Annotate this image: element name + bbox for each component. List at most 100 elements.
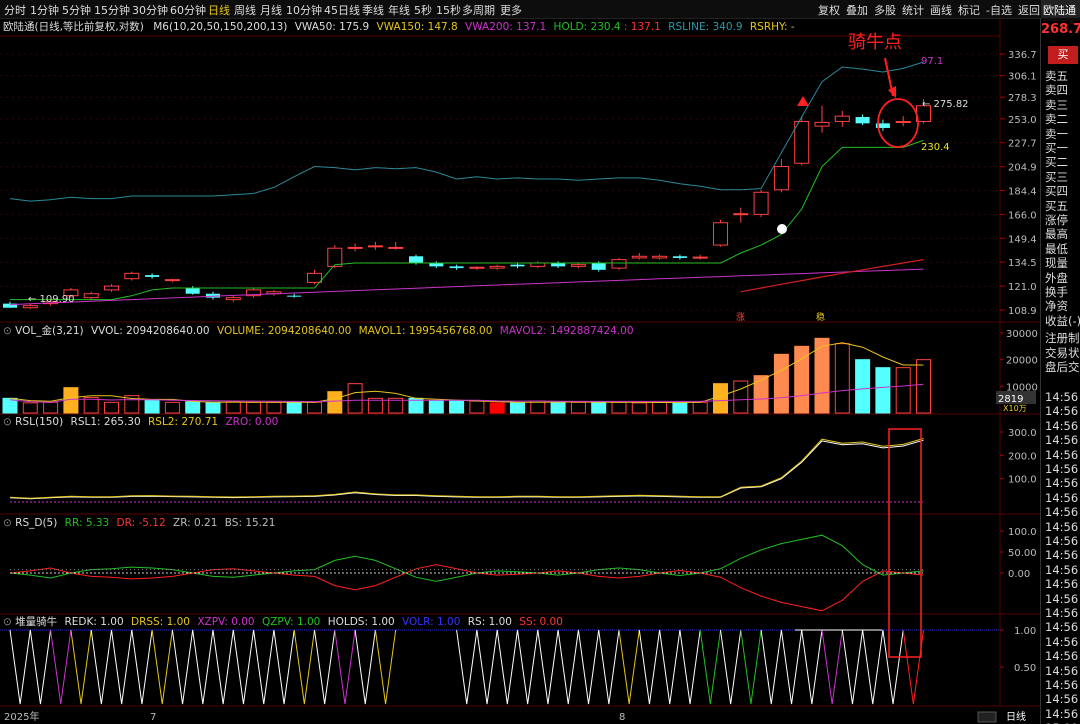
signal-zigzag (638, 629, 661, 705)
candle-body (367, 245, 383, 248)
signal-zigzag (9, 629, 31, 705)
y-tick-label: 184.4 (1008, 187, 1037, 198)
rsl2-value: RSL2: 270.71 (148, 416, 219, 428)
volume-bar (428, 400, 444, 414)
quote-item-info-2: 盘后交易 (1045, 360, 1080, 374)
period-tab-8[interactable]: 月线 (260, 2, 282, 18)
candle-body (814, 121, 830, 127)
rsrhy-value: RSRHY: - (749, 21, 795, 33)
signal-zigzag (598, 629, 620, 705)
rsline-value: RSLINE: 340.9 (668, 21, 743, 33)
signal-zigzag (171, 629, 194, 705)
volume-bar (692, 401, 708, 414)
ss-value: SS: 0.00 (519, 616, 563, 628)
volr-value: VOLR: 1.00 (402, 616, 461, 628)
signal-zigzag (557, 629, 579, 705)
candle-body (307, 272, 322, 283)
candle-body (834, 115, 850, 123)
period-tab-13[interactable]: 5秒 (414, 2, 432, 18)
signal-zigzag (111, 629, 133, 705)
signal-zigzag (882, 629, 904, 705)
period-tab-14[interactable]: 15秒 (436, 2, 461, 18)
candle-body (22, 305, 38, 309)
trade-time: 14:56 (1045, 433, 1079, 448)
period-tab-9[interactable]: 10分钟 (286, 2, 322, 18)
period-tab-1[interactable]: 1分钟 (30, 2, 59, 18)
toolbar-right-4[interactable]: 画线 (930, 2, 952, 18)
rsd-settings-icon[interactable]: ⊙ (3, 517, 12, 529)
signal-zigzag (253, 629, 275, 705)
toolbar-right-0[interactable]: 复权 (818, 2, 840, 18)
signal-zigzag (679, 629, 701, 705)
signal-zigzag (131, 629, 153, 705)
volume-bar (895, 367, 911, 414)
qzpv-value: QZPV: 1.00 (261, 616, 321, 628)
toolbar-right-3[interactable]: 统计 (902, 2, 924, 18)
dlqn-settings-icon[interactable]: ⊙ (3, 616, 12, 628)
zr-value: ZR: 0.21 (173, 517, 218, 529)
volume-bar (489, 402, 505, 414)
trade-time: 14:56 (1045, 620, 1079, 635)
rsl-settings-icon[interactable]: ⊙ (3, 416, 12, 428)
volume-bar (570, 401, 586, 414)
vwa200-value: VWA200: 137.1 (465, 21, 547, 33)
signal-zigzag (232, 629, 255, 705)
vol-settings-icon[interactable]: ⊙ (3, 325, 12, 337)
volume-bar (225, 401, 241, 414)
trade-time: 14:56 (1045, 505, 1079, 520)
volume-bar (855, 359, 871, 414)
toolbar-right-1[interactable]: 叠加 (846, 2, 868, 18)
signal-zigzag (821, 629, 843, 705)
period-tab-4[interactable]: 30分钟 (132, 2, 168, 18)
period-tab-5[interactable]: 60分钟 (170, 2, 206, 18)
volume-bar (22, 402, 38, 414)
signal-zigzag (273, 629, 295, 705)
trade-time: 14:56 (1045, 390, 1079, 404)
volume-bar (327, 391, 343, 414)
trade-time: 14:56 (1045, 663, 1079, 678)
toolbar-right-5[interactable]: 标记 (958, 2, 980, 18)
signal-zigzag (517, 629, 539, 705)
volume-bar (449, 400, 465, 414)
period-tab-16[interactable]: 更多 (500, 2, 522, 18)
period-tab-11[interactable]: 季线 (362, 2, 384, 18)
stock-name-tab[interactable]: 欧陆通 (1041, 0, 1080, 18)
y-tick-label: 149.4 (1008, 234, 1037, 245)
toolbar-right-6[interactable]: -自选 (986, 2, 1012, 18)
signal-zigzag (151, 629, 173, 705)
period-tab-6[interactable]: 日线 (208, 2, 230, 18)
signal-zigzag (659, 629, 681, 705)
toolbar-right-2[interactable]: 多股 (874, 2, 896, 18)
y-tick-label: 166.0 (1008, 210, 1037, 221)
toolbar-right-7[interactable]: 返回 (1018, 2, 1040, 18)
signal-zigzag (293, 629, 315, 705)
rsl-y-tick: 100.0 (1008, 475, 1037, 486)
period-tab-15[interactable]: 多周期 (462, 2, 495, 18)
low-price-label: ← 109.90 (28, 294, 75, 305)
signal-zigzag (334, 629, 356, 705)
period-tab-12[interactable]: 年线 (388, 2, 410, 18)
period-tab-3[interactable]: 15分钟 (94, 2, 130, 18)
candle-body (753, 191, 769, 215)
xzpv-value: XZPV: 0.00 (197, 616, 255, 628)
dlqn-panel-header: ⊙ 堆量骑牛 REDK: 1.00 DRSS: 1.00 XZPV: 0.00 … (3, 614, 563, 629)
trade-time: 14:56 (1045, 534, 1079, 548)
period-tab-10[interactable]: 45日线 (324, 2, 360, 18)
buy-button[interactable]: 买 (1048, 46, 1078, 64)
volume-bar (611, 401, 627, 414)
rsd-y-tick: 50.00 (1008, 548, 1037, 559)
signal-zigzag (70, 629, 92, 705)
period-tab-7[interactable]: 周线 (234, 2, 256, 18)
period-tab-0[interactable]: 分时 (4, 2, 26, 18)
signal-zigzag (212, 629, 234, 705)
vol-y-tick: 30000 (1006, 329, 1038, 340)
period-tab-2[interactable]: 5分钟 (62, 2, 91, 18)
x-axis-mode: 日线 (1006, 710, 1026, 723)
trade-time: 14:56 (1045, 692, 1079, 707)
candle-body (713, 222, 728, 246)
candle-body (855, 117, 870, 124)
ma-label: M6(10,20,50,150,200,13) (153, 21, 288, 33)
trade-time: 14:56 (1045, 706, 1079, 721)
candle-body (591, 262, 606, 270)
hold-price-label: 230.4 (921, 142, 950, 153)
